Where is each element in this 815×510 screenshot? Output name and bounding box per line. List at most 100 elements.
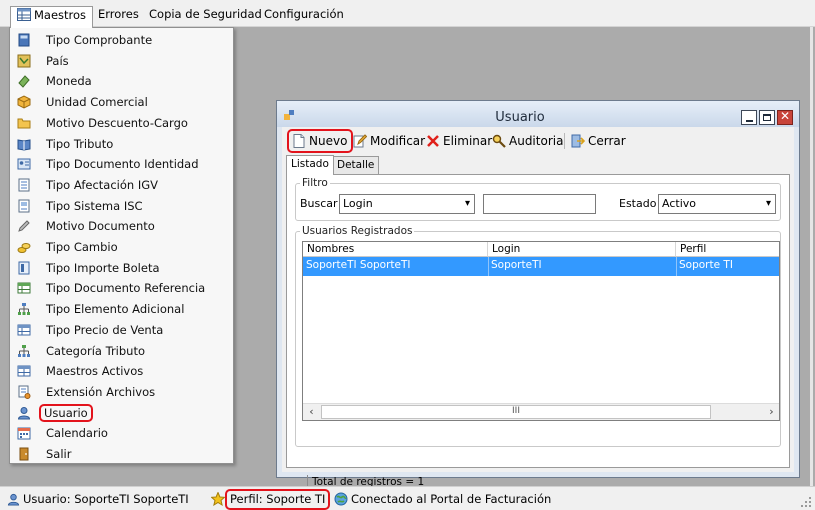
menu-item-unidad-comercial[interactable]: Unidad Comercial — [10, 92, 233, 112]
status-bar: Usuario: SoporteTI SoporteTI Perfil: Sop… — [0, 486, 815, 510]
estado-label: Estado — [619, 197, 657, 210]
eliminar-button[interactable]: Eliminar — [425, 131, 492, 151]
cell-login: SoporteTI — [491, 259, 542, 271]
menu-item-tipo-tributo[interactable]: Tipo Tributo — [10, 134, 233, 154]
usuarios-legend: Usuarios Registrados — [302, 225, 413, 237]
menu-item-tipo-documento-referencia[interactable]: Tipo Documento Referencia — [10, 278, 233, 298]
folder-icon — [17, 116, 31, 130]
cerrar-button[interactable]: Cerrar — [570, 131, 626, 151]
column-divider — [488, 257, 489, 276]
menu-item-extension-archivos[interactable]: Extensión Archivos — [10, 382, 233, 402]
buscar-field-select[interactable]: Login ▾ — [339, 194, 475, 214]
scroll-thumb[interactable]: III — [321, 405, 711, 419]
menu-item-maestros-activos[interactable]: Maestros Activos — [10, 361, 233, 381]
menu-item-pais[interactable]: País — [10, 51, 233, 71]
menu-configuracion[interactable]: Configuración — [258, 6, 350, 23]
column-header-nombres[interactable]: Nombres — [303, 242, 488, 257]
maximize-button[interactable] — [759, 110, 775, 125]
menu-item-motivo-descuento-cargo[interactable]: Motivo Descuento-Cargo — [10, 113, 233, 133]
modificar-button[interactable]: Modificar — [352, 131, 425, 151]
menu-item-tipo-importe-boleta[interactable]: Tipo Importe Boleta — [10, 258, 233, 278]
search-input[interactable] — [483, 194, 596, 214]
window-toolbar: Nuevo Modificar Eliminar Auditoria Cerra… — [282, 127, 794, 155]
tab-panel-listado: Filtro Buscar Login ▾ Estado Activo ▾ Us… — [286, 174, 790, 468]
status-conexion: Conectado al Portal de Facturación — [334, 491, 551, 508]
status-perfil: Perfil: Soporte TI — [224, 489, 331, 510]
resize-grip-icon[interactable] — [801, 497, 811, 507]
toolbar-separator — [564, 133, 565, 149]
menu-label: Errores — [98, 7, 139, 21]
table-icon — [17, 364, 31, 378]
menu-copia-seguridad[interactable]: Copia de Seguridad — [143, 6, 268, 23]
menu-item-tipo-documento-identidad[interactable]: Tipo Documento Identidad — [10, 154, 233, 174]
scroll-right-icon[interactable]: › — [763, 404, 779, 420]
cell-nombres: SoporteTI SoporteTI — [306, 259, 411, 271]
box-icon — [17, 95, 31, 109]
calendar-icon — [17, 426, 31, 440]
menu-label: Copia de Seguridad — [149, 7, 262, 21]
menu-item-tipo-afectacion-igv[interactable]: Tipo Afectación IGV — [10, 175, 233, 195]
menu-maestros[interactable]: Maestros — [10, 6, 94, 28]
cell-perfil: Soporte TI — [679, 259, 733, 271]
star-icon — [210, 491, 226, 510]
filtro-legend: Filtro — [302, 177, 328, 189]
table-icon — [17, 8, 31, 26]
filtro-group: Filtro Buscar Login ▾ Estado Activo ▾ — [295, 177, 781, 221]
menu-item-tipo-cambio[interactable]: Tipo Cambio — [10, 237, 233, 257]
scroll-left-icon[interactable]: ‹ — [303, 404, 320, 420]
usuarios-grid[interactable]: Nombres Login Perfil SoporteTI SoporteTI… — [302, 241, 780, 421]
column-header-login[interactable]: Login — [488, 242, 676, 257]
edit-icon — [353, 134, 368, 154]
nuevo-button[interactable]: Nuevo — [286, 129, 354, 154]
menu-bar: Maestros Errores Copia de Seguridad Conf… — [0, 0, 815, 28]
new-document-icon — [293, 134, 305, 154]
window-title: Usuario — [495, 110, 545, 125]
menu-item-tipo-precio-venta[interactable]: Tipo Precio de Venta — [10, 320, 233, 340]
menu-item-motivo-documento[interactable]: Motivo Documento — [10, 216, 233, 236]
chevron-down-icon: ▾ — [464, 198, 470, 209]
menu-item-tipo-comprobante[interactable]: Tipo Comprobante — [10, 30, 233, 50]
column-header-perfil[interactable]: Perfil — [676, 242, 779, 257]
maestros-dropdown: Tipo Comprobante País Moneda Unidad Come… — [9, 27, 234, 464]
column-divider — [676, 257, 677, 276]
tab-detalle[interactable]: Detalle — [332, 156, 380, 174]
menu-item-tipo-elemento-adicional[interactable]: Tipo Elemento Adicional — [10, 299, 233, 319]
minimize-button[interactable] — [741, 110, 757, 125]
id-card-icon — [17, 157, 31, 171]
usuarios-registrados-group: Usuarios Registrados Nombres Login Perfi… — [295, 225, 781, 447]
menu-item-tipo-sistema-isc[interactable]: Tipo Sistema ISC — [10, 196, 233, 216]
money-icon — [17, 74, 31, 89]
menu-item-calendario[interactable]: Calendario — [10, 423, 233, 443]
spreadsheet-icon — [17, 281, 31, 295]
book-open-icon — [17, 137, 31, 151]
window-body: Nuevo Modificar Eliminar Auditoria Cerra… — [282, 127, 794, 490]
menu-label: Configuración — [264, 7, 344, 21]
map-icon — [17, 54, 31, 68]
tab-listado[interactable]: Listado — [286, 155, 334, 175]
status-perfil-star — [210, 491, 228, 510]
document-settings-icon — [17, 385, 31, 399]
window-title-bar[interactable]: Usuario ✕ — [277, 101, 799, 127]
globe-icon — [334, 492, 348, 510]
menu-item-usuario[interactable]: Usuario — [10, 403, 233, 423]
menu-item-moneda[interactable]: Moneda — [10, 71, 233, 91]
menu-label: Maestros — [34, 8, 87, 22]
menu-errores[interactable]: Errores — [92, 6, 145, 23]
table-row[interactable]: SoporteTI SoporteTI SoporteTI Soporte TI — [303, 257, 779, 276]
chevron-down-icon: ▾ — [765, 198, 771, 209]
magnifier-icon — [492, 134, 506, 154]
document-icon — [17, 199, 31, 213]
horizontal-scrollbar[interactable]: ‹ III › — [303, 403, 779, 420]
estado-select[interactable]: Activo ▾ — [658, 194, 776, 214]
buscar-label: Buscar — [300, 197, 338, 210]
user-icon — [17, 406, 31, 420]
menu-item-categoria-tributo[interactable]: Categoría Tributo — [10, 341, 233, 361]
user-icon — [7, 493, 20, 510]
auditoria-button[interactable]: Auditoria — [491, 131, 563, 151]
hierarchy-icon — [17, 302, 31, 316]
close-button[interactable]: ✕ — [777, 109, 793, 125]
menu-item-salir[interactable]: Salir — [10, 444, 233, 464]
spreadsheet-icon — [17, 323, 31, 337]
usuario-window: Usuario ✕ Nuevo Modificar Eliminar Audit… — [276, 100, 800, 490]
exit-icon — [17, 447, 31, 461]
